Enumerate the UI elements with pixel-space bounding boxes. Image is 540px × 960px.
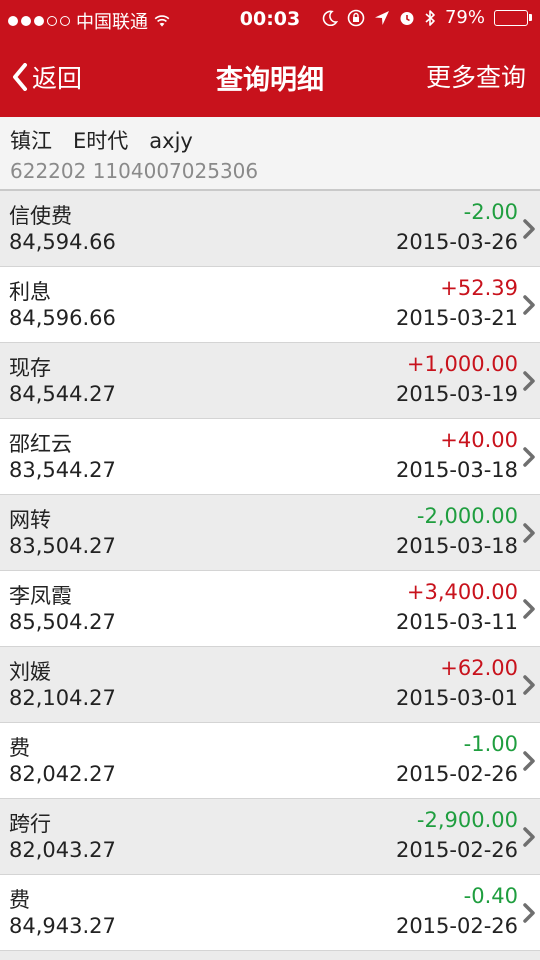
transaction-amount: +40.00 [440, 428, 518, 452]
transaction-list: 信使费 84,594.66 -2.00 2015-03-26 利息 84,596.66 +5… [0, 191, 540, 951]
chevron-right-icon [523, 751, 535, 771]
chevron-right-icon [523, 827, 535, 847]
transaction-row[interactable]: 网转 83,504.27 -2,000.00 2015-03-18 [0, 495, 540, 571]
transaction-date: 2015-02-26 [395, 762, 518, 786]
transaction-date: 2015-03-18 [395, 458, 518, 482]
chevron-right-icon [523, 599, 535, 619]
transaction-amount: +52.39 [440, 276, 518, 300]
transaction-amount: -2.00 [463, 200, 518, 224]
chevron-right-icon [523, 903, 535, 923]
transaction-amount: -1.00 [463, 732, 518, 756]
transaction-balance: 82,042.27 [9, 762, 116, 786]
transaction-balance: 83,504.27 [9, 534, 116, 558]
nav-bar: 返回 查询明细 更多查询 [0, 40, 540, 112]
transaction-amount: +1,000.00 [406, 352, 518, 376]
transaction-date: 2015-03-11 [395, 610, 518, 634]
transaction-description: 利息 [9, 280, 51, 304]
transaction-description: 现存 [9, 356, 51, 380]
chevron-right-icon [523, 219, 535, 239]
transaction-date: 2015-02-26 [395, 838, 518, 862]
chevron-right-icon [523, 523, 535, 543]
transaction-balance: 84,596.66 [9, 306, 116, 330]
transaction-row[interactable]: 费 84,943.27 -0.40 2015-02-26 [0, 875, 540, 951]
transaction-balance: 85,504.27 [9, 610, 116, 634]
transaction-row[interactable]: 信使费 84,594.66 -2.00 2015-03-26 [0, 191, 540, 267]
transaction-amount: +3,400.00 [406, 580, 518, 604]
transaction-row[interactable]: 刘媛 82,104.27 +62.00 2015-03-01 [0, 647, 540, 723]
transaction-date: 2015-03-01 [395, 686, 518, 710]
transaction-description: 刘媛 [9, 660, 51, 684]
account-name: 镇江 E时代 axjy [10, 129, 193, 153]
back-button-label: 返回 [32, 64, 83, 93]
transaction-row[interactable]: 邵红云 83,544.27 +40.00 2015-03-18 [0, 419, 540, 495]
app-header: 中国联通 00:03 79% 返回 查询明细 更多查询 [0, 0, 540, 117]
transaction-amount: -2,000.00 [416, 504, 518, 528]
transaction-balance: 84,943.27 [9, 914, 116, 938]
transaction-description: 跨行 [9, 812, 51, 836]
transaction-row[interactable]: 现存 84,544.27 +1,000.00 2015-03-19 [0, 343, 540, 419]
transaction-amount: -2,900.00 [416, 808, 518, 832]
alarm-icon [400, 11, 414, 25]
transaction-amount: +62.00 [440, 656, 518, 680]
chevron-right-icon [523, 447, 535, 467]
transaction-description: 费 [9, 888, 30, 912]
transaction-date: 2015-03-19 [395, 382, 518, 406]
transaction-description: 信使费 [9, 204, 72, 228]
transaction-row[interactable]: 费 82,042.27 -1.00 2015-02-26 [0, 723, 540, 799]
transaction-date: 2015-03-26 [395, 230, 518, 254]
account-number: 622202 1104007025306 [10, 159, 259, 183]
chevron-right-icon [523, 295, 535, 315]
transaction-row[interactable]: 跨行 82,043.27 -2,900.00 2015-02-26 [0, 799, 540, 875]
chevron-right-icon [523, 675, 535, 695]
status-bar-right: 79% [322, 7, 532, 28]
bluetooth-icon [425, 9, 435, 26]
battery-icon [494, 9, 532, 26]
battery-percent: 79% [444, 7, 485, 28]
transaction-description: 网转 [9, 508, 51, 532]
chevron-right-icon [523, 371, 535, 391]
transaction-amount: -0.40 [463, 884, 518, 908]
transaction-description: 邵红云 [9, 432, 72, 456]
transaction-row[interactable]: 李凤霞 85,504.27 +3,400.00 2015-03-11 [0, 571, 540, 647]
transaction-balance: 82,104.27 [9, 686, 116, 710]
account-info: 镇江 E时代 axjy 622202 1104007025306 [0, 117, 540, 191]
moon-icon [322, 10, 338, 26]
transaction-row[interactable]: 利息 84,596.66 +52.39 2015-03-21 [0, 267, 540, 343]
location-arrow-icon [374, 10, 389, 25]
more-query-button[interactable]: 更多查询 [426, 58, 526, 94]
transaction-description: 李凤霞 [9, 584, 72, 608]
transaction-date: 2015-02-26 [395, 914, 518, 938]
transaction-date: 2015-03-18 [395, 534, 518, 558]
transaction-description: 费 [9, 736, 30, 760]
transaction-date: 2015-03-21 [395, 306, 518, 330]
back-button[interactable]: 返回 [12, 57, 82, 97]
chevron-left-icon [13, 63, 27, 91]
status-bar: 中国联通 00:03 79% [0, 0, 540, 38]
transaction-balance: 83,544.27 [9, 458, 116, 482]
orientation-lock-icon [347, 9, 365, 26]
transaction-balance: 84,594.66 [9, 230, 116, 254]
transaction-balance: 82,043.27 [9, 838, 116, 862]
transaction-balance: 84,544.27 [9, 382, 116, 406]
